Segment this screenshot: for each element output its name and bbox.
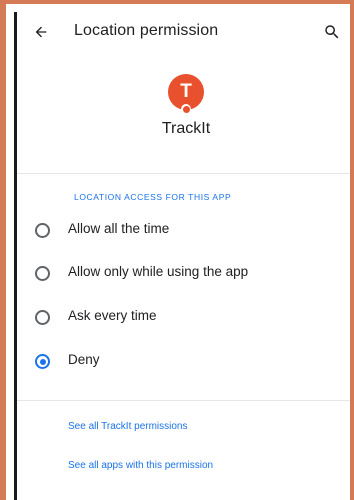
option-ask-every-time[interactable]: Ask every time (17, 300, 350, 336)
option-deny[interactable]: Deny (17, 344, 350, 380)
radio-button[interactable] (35, 266, 50, 281)
radio-button[interactable] (35, 310, 50, 325)
radio-button[interactable] (35, 223, 50, 238)
search-icon (325, 25, 339, 39)
divider (17, 400, 350, 401)
option-label: Ask every time (68, 308, 157, 323)
location-badge-icon (181, 104, 191, 114)
see-all-apps-link[interactable]: See all apps with this permission (68, 460, 213, 471)
option-allow-all-the-time[interactable]: Allow all the time (17, 213, 350, 249)
divider (17, 173, 350, 174)
radio-button-selected[interactable] (35, 354, 50, 369)
option-label: Deny (68, 352, 100, 367)
back-button[interactable] (29, 20, 53, 44)
permission-screen: Location permission T TrackIt LOCATION A… (17, 4, 350, 500)
section-header: LOCATION ACCESS FOR THIS APP (74, 192, 232, 202)
search-button[interactable] (320, 20, 344, 44)
page-title: Location permission (74, 22, 219, 39)
option-label: Allow all the time (68, 221, 170, 236)
app-initial: T (180, 81, 192, 102)
arrow-back-icon (35, 26, 47, 38)
app-name: TrackIt (161, 120, 211, 137)
option-label: Allow only while using the app (68, 264, 249, 279)
option-allow-while-using[interactable]: Allow only while using the app (17, 256, 350, 292)
see-app-permissions-link[interactable]: See all TrackIt permissions (68, 421, 188, 432)
app-icon: T (168, 74, 204, 114)
app-bar: Location permission (17, 14, 350, 50)
